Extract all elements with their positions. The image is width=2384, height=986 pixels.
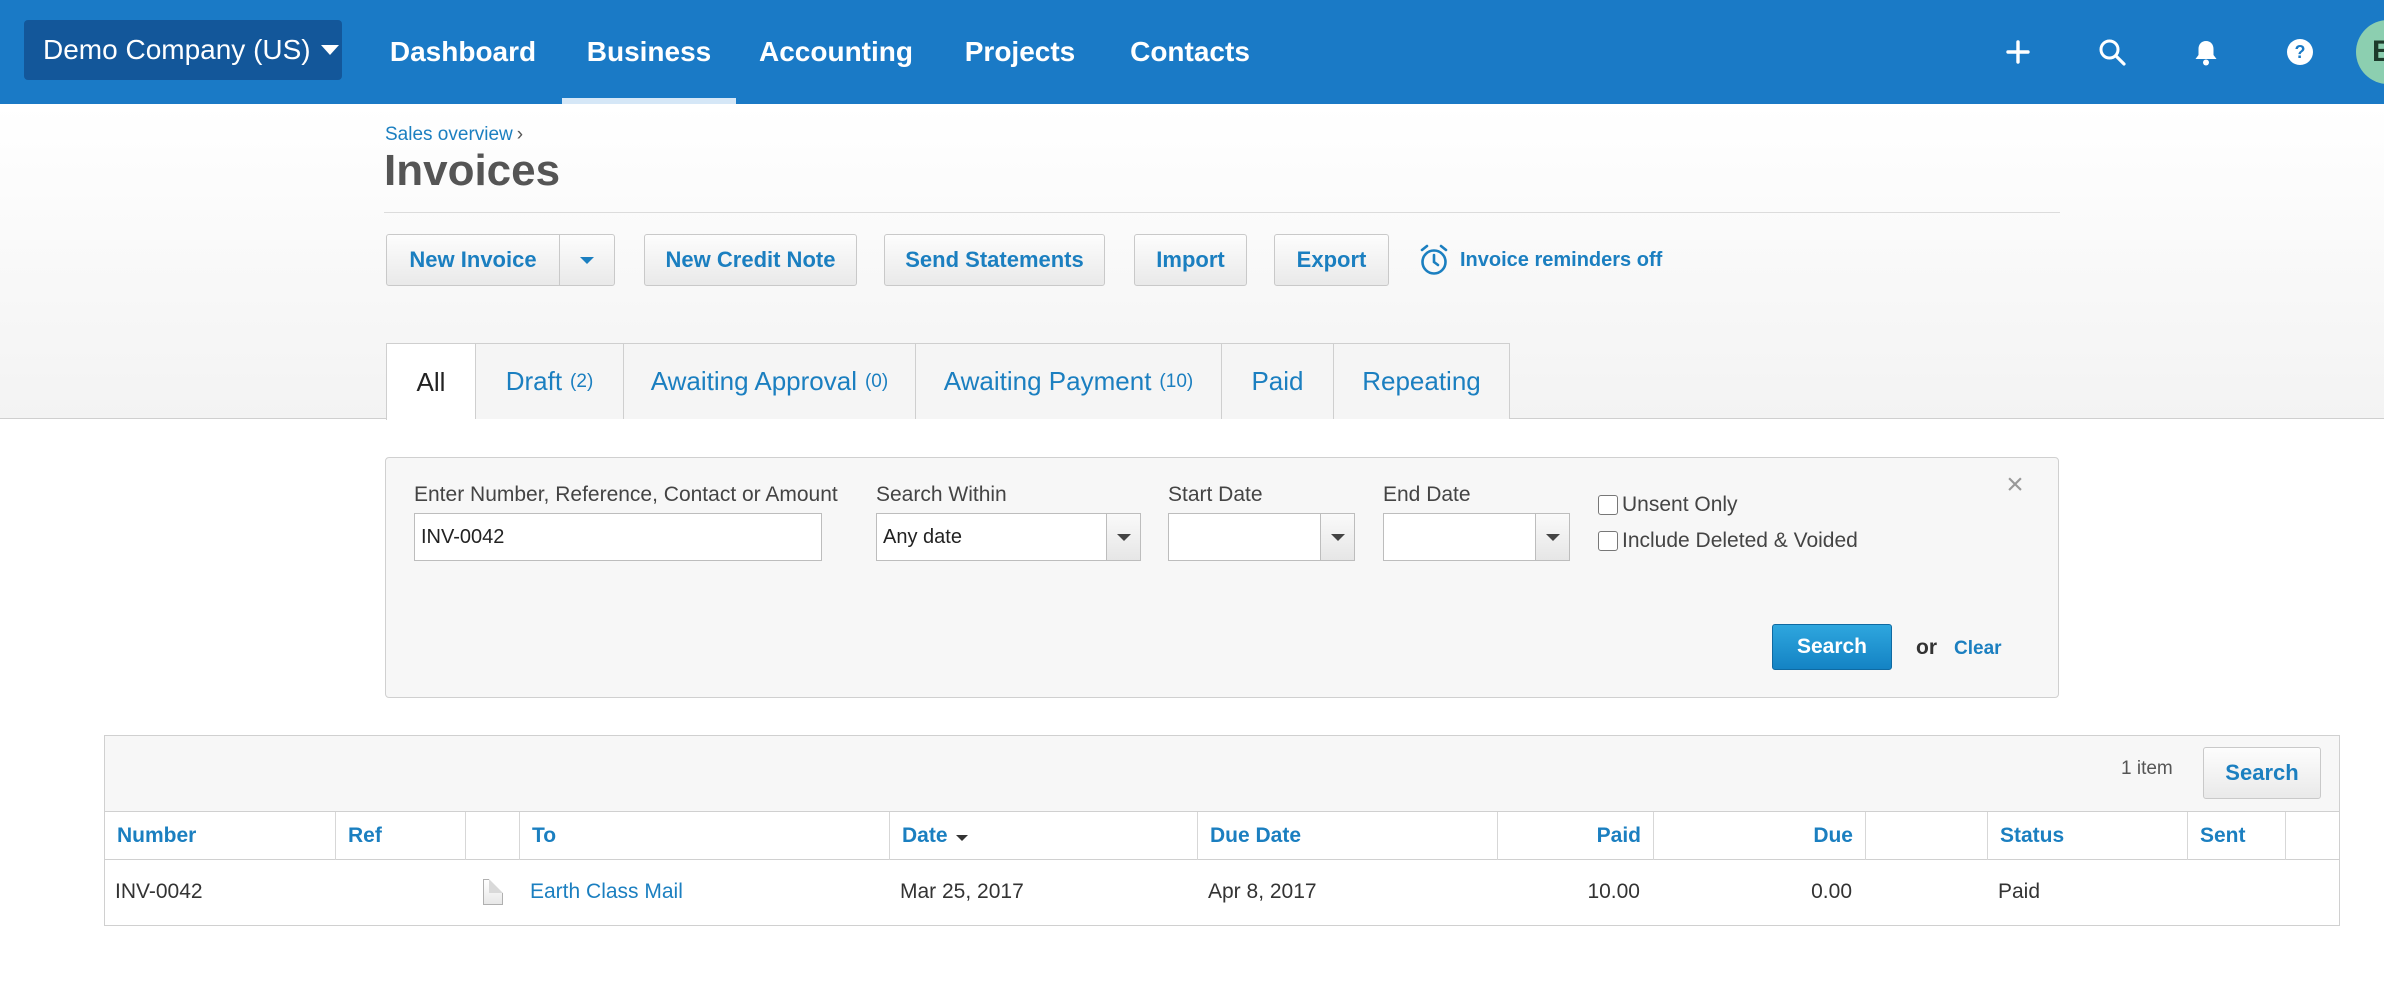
- start-date-label: Start Date: [1168, 483, 1263, 506]
- bell-icon[interactable]: [2184, 30, 2228, 74]
- or-text: or: [1916, 636, 1937, 659]
- invoice-reminders-link[interactable]: Invoice reminders off: [1418, 242, 1662, 278]
- nav-projects[interactable]: Projects: [950, 0, 1090, 104]
- column-to[interactable]: To: [520, 812, 890, 860]
- close-icon[interactable]: ×: [2002, 470, 2028, 500]
- table-toolbar: 1 item Search: [105, 736, 2339, 812]
- tab-all[interactable]: All: [386, 343, 475, 420]
- dropdown-arrow-icon[interactable]: [1320, 514, 1354, 560]
- column-status[interactable]: Status: [1988, 812, 2188, 860]
- dropdown-arrow-icon[interactable]: [1106, 514, 1140, 560]
- chevron-down-icon: [320, 45, 339, 55]
- search-within-label: Search Within: [876, 483, 1007, 506]
- plus-icon[interactable]: [1996, 30, 2040, 74]
- nav-dashboard[interactable]: Dashboard: [370, 0, 556, 104]
- new-invoice-split-button: New Invoice: [386, 234, 615, 286]
- column-ref[interactable]: Ref: [336, 812, 466, 860]
- include-deleted-checkbox[interactable]: [1598, 531, 1618, 551]
- tab-count: (2): [570, 370, 594, 392]
- new-invoice-menu-button[interactable]: [560, 235, 614, 285]
- search-query-input[interactable]: [414, 513, 822, 561]
- title-divider: [384, 212, 2060, 213]
- cell-status: Paid: [1998, 880, 2041, 903]
- item-count: 1 item: [2121, 758, 2173, 779]
- table-header: Number Ref To Date Due Date Paid Due Sta…: [105, 812, 2339, 860]
- include-deleted-label: Include Deleted & Voided: [1622, 529, 1858, 552]
- nav-accounting[interactable]: Accounting: [742, 0, 930, 104]
- tab-count: (0): [864, 370, 889, 392]
- column-blank: [1866, 812, 1988, 860]
- new-invoice-button[interactable]: New Invoice: [387, 235, 560, 285]
- cell-number: INV-0042: [115, 880, 203, 903]
- column-sent[interactable]: Sent: [2188, 812, 2286, 860]
- unsent-only-label: Unsent Only: [1622, 493, 1738, 516]
- dropdown-arrow-icon[interactable]: [1535, 514, 1569, 560]
- cell-date: Mar 25, 2017: [900, 880, 1024, 903]
- tab-draft[interactable]: Draft (2): [475, 343, 623, 419]
- tab-label: Paid: [1251, 366, 1304, 396]
- search-submit-button[interactable]: Search: [1772, 624, 1892, 670]
- search-within-value: Any date: [883, 525, 962, 548]
- breadcrumb-separator: ›: [516, 124, 524, 145]
- breadcrumb-sales-overview[interactable]: Sales overview: [385, 124, 513, 145]
- tab-label: Awaiting Payment: [943, 366, 1152, 396]
- breadcrumb: Sales overview ›: [385, 124, 523, 146]
- send-statements-button[interactable]: Send Statements: [884, 234, 1105, 286]
- tab-paid[interactable]: Paid: [1221, 343, 1333, 419]
- cell-to: Earth Class Mail: [520, 860, 890, 924]
- tab-label: Awaiting Approval: [650, 366, 857, 396]
- search-icon[interactable]: [2090, 30, 2134, 74]
- column-number[interactable]: Number: [105, 812, 336, 860]
- end-date-label: End Date: [1383, 483, 1471, 506]
- cell-due: 0.00: [1811, 880, 1852, 903]
- column-attachment: [466, 812, 520, 860]
- organisation-name: Demo Company (US): [43, 34, 311, 65]
- search-query-label: Enter Number, Reference, Contact or Amou…: [414, 483, 838, 506]
- cell-sent: [2188, 860, 2286, 924]
- cell-attachment: [466, 860, 520, 924]
- contact-link[interactable]: Earth Class Mail: [530, 880, 683, 904]
- invoice-table: 1 item Search Number Ref To Date Due Dat…: [104, 735, 2340, 926]
- new-credit-note-button[interactable]: New Credit Note: [644, 234, 857, 286]
- column-date-label: Date: [902, 824, 948, 847]
- start-date-field[interactable]: [1168, 513, 1355, 561]
- cell-due-date: Apr 8, 2017: [1208, 880, 1317, 903]
- nav-business[interactable]: Business: [562, 0, 736, 104]
- cell-ref: [336, 860, 466, 924]
- help-icon[interactable]: ?: [2278, 30, 2322, 74]
- include-deleted-option: Include Deleted & Voided: [1598, 528, 1858, 554]
- unsent-only-checkbox[interactable]: [1598, 495, 1618, 515]
- table-row[interactable]: INV-0042 Earth Class Mail Mar 25, 2017 A…: [105, 860, 2339, 924]
- table-search-button[interactable]: Search: [2203, 747, 2321, 799]
- tab-awaiting-payment[interactable]: Awaiting Payment (10): [915, 343, 1221, 419]
- column-due-date[interactable]: Due Date: [1198, 812, 1498, 860]
- tab-count: (10): [1159, 370, 1194, 392]
- tab-awaiting-approval[interactable]: Awaiting Approval (0): [623, 343, 915, 419]
- clear-search-link[interactable]: Clear: [1954, 638, 2002, 660]
- document-icon: [483, 879, 503, 905]
- column-date[interactable]: Date: [890, 812, 1198, 860]
- tab-label: All: [416, 366, 446, 397]
- top-nav-bar: Demo Company (US) Dashboard Business Acc…: [0, 0, 2384, 104]
- column-paid[interactable]: Paid: [1498, 812, 1654, 860]
- nav-contacts[interactable]: Contacts: [1110, 0, 1270, 104]
- search-within-select[interactable]: Any date: [876, 513, 1141, 561]
- user-avatar[interactable]: B: [2356, 20, 2384, 84]
- column-due[interactable]: Due: [1654, 812, 1866, 860]
- tab-repeating[interactable]: Repeating: [1333, 343, 1510, 419]
- unsent-only-option: Unsent Only: [1598, 492, 1738, 518]
- page-title: Invoices: [384, 146, 561, 195]
- alarm-clock-icon: [1420, 244, 1448, 275]
- cell-paid: 10.00: [1587, 880, 1640, 903]
- end-date-field[interactable]: [1383, 513, 1570, 561]
- sort-descending-icon: [955, 835, 968, 841]
- export-button[interactable]: Export: [1274, 234, 1389, 286]
- svg-text:?: ?: [2295, 42, 2306, 62]
- chevron-down-icon: [580, 256, 594, 264]
- import-button[interactable]: Import: [1134, 234, 1247, 286]
- tab-label: Draft: [505, 366, 563, 396]
- invoice-reminders-label: Invoice reminders off: [1460, 248, 1663, 271]
- tab-label: Repeating: [1362, 366, 1481, 396]
- organisation-switcher[interactable]: Demo Company (US): [24, 20, 342, 80]
